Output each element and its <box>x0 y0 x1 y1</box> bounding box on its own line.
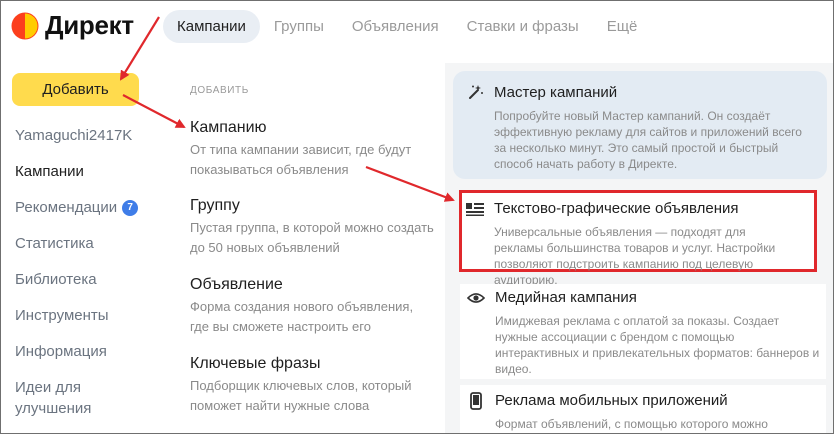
menu-item-description: От типа кампании зависит, где будут пока… <box>190 142 412 177</box>
app-window: Директ Кампании Группы Объявления Ставки… <box>0 0 834 434</box>
nav-tab-bids-phrases[interactable]: Ставки и фразы <box>453 10 593 43</box>
sidebar-item-label: Статистика <box>15 235 94 252</box>
menu-item-title: Кампанию <box>190 119 267 136</box>
card-description: Универсальные объявления — подходят для … <box>494 225 776 287</box>
add-menu-item-keywords[interactable]: Ключевые фразы Подборщик ключевых слов, … <box>190 354 435 416</box>
nav-tab-campaigns[interactable]: Кампании <box>163 10 260 43</box>
menu-item-description: Пустая группа, в которой можно создать д… <box>190 220 434 255</box>
card-description: Попробуйте новый Мастер кампаний. Он соз… <box>494 109 802 171</box>
card-title: Мастер кампаний <box>494 84 618 101</box>
sidebar-item-label: Идеи для улучшения <box>15 379 92 417</box>
add-button[interactable]: Добавить <box>12 73 139 106</box>
card-description: Формат объявлений, с помощью которого мо… <box>495 417 768 431</box>
nav-tab-groups[interactable]: Группы <box>260 10 338 43</box>
menu-item-title: Объявление <box>190 276 283 293</box>
menu-item-description: Форма создания нового объявления, где вы… <box>190 299 414 334</box>
sidebar-item-ideas[interactable]: Идеи для улучшения <box>15 377 135 421</box>
campaign-type-master[interactable]: Мастер кампаний Попробуйте новый Мастер … <box>453 71 827 179</box>
campaign-type-mobile-apps[interactable]: Реклама мобильных приложений Формат объя… <box>460 385 826 433</box>
recommendations-count-badge: 7 <box>122 200 139 216</box>
sidebar-item-statistics[interactable]: Статистика <box>15 233 138 269</box>
sidebar-item-recommendations[interactable]: Рекомендации 7 <box>15 197 139 233</box>
campaign-type-panel: Мастер кампаний Попробуйте новый Мастер … <box>445 63 833 433</box>
card-description: Имиджевая реклама с оплатой за показы. С… <box>495 314 820 376</box>
nav-tab-ads[interactable]: Объявления <box>338 10 453 43</box>
add-menu-heading: ДОБАВИТЬ <box>190 85 249 96</box>
magic-wand-icon <box>465 83 485 103</box>
add-menu-item-campaign[interactable]: Кампанию От типа кампании зависит, где б… <box>190 118 435 180</box>
add-menu-panel: ДОБАВИТЬ Кампанию От типа кампании завис… <box>167 63 445 433</box>
sidebar-item-label: Рекомендации <box>15 199 118 216</box>
sidebar-item-label: Библиотека <box>15 271 97 288</box>
sidebar-item-info[interactable]: Информация <box>15 341 138 377</box>
menu-item-title: Ключевые фразы <box>190 355 321 372</box>
menu-item-description: Подборщик ключевых слов, который поможет… <box>190 378 412 413</box>
sidebar-item-campaigns[interactable]: Кампании <box>15 161 138 197</box>
logo[interactable]: Директ <box>11 10 134 41</box>
top-header: Директ Кампании Группы Объявления Ставки… <box>1 1 833 51</box>
sidebar-item-label: Информация <box>15 343 107 360</box>
nav-tab-more[interactable]: Ещё <box>593 10 652 43</box>
smartphone-icon <box>466 391 486 411</box>
card-title: Текстово-графические объявления <box>494 200 739 217</box>
sidebar-item-label: Инструменты <box>15 307 109 324</box>
add-menu-item-group[interactable]: Группу Пустая группа, в которой можно со… <box>190 196 435 258</box>
sidebar-item-tools[interactable]: Инструменты <box>15 305 138 341</box>
logo-text: Директ <box>45 10 134 40</box>
eye-icon <box>466 288 486 308</box>
sidebar-item-label: Yamaguchi2417K <box>15 127 133 144</box>
sidebar-item-library[interactable]: Библиотека <box>15 269 138 305</box>
add-menu-item-ad[interactable]: Объявление Форма создания нового объявле… <box>190 275 435 337</box>
sidebar-item-label: Кампании <box>15 163 84 180</box>
campaign-type-text-graphic[interactable]: Текстово-графические объявления Универса… <box>459 190 817 287</box>
yandex-direct-logo-icon <box>11 12 39 39</box>
sidebar-item-account[interactable]: Yamaguchi2417K <box>15 125 138 161</box>
card-title: Реклама мобильных приложений <box>495 392 728 409</box>
sidebar-menu: Yamaguchi2417K Кампании Рекомендации 7 С… <box>15 125 139 421</box>
card-title: Медийная кампания <box>495 289 637 306</box>
menu-item-title: Группу <box>190 197 240 214</box>
top-nav: Кампании Группы Объявления Ставки и фраз… <box>163 10 651 43</box>
text-image-icon <box>465 199 485 219</box>
campaign-type-media[interactable]: Медийная кампания Имиджевая реклама с оп… <box>460 284 826 379</box>
sidebar: Добавить Yamaguchi2417K Кампании Рекомен… <box>1 51 161 433</box>
